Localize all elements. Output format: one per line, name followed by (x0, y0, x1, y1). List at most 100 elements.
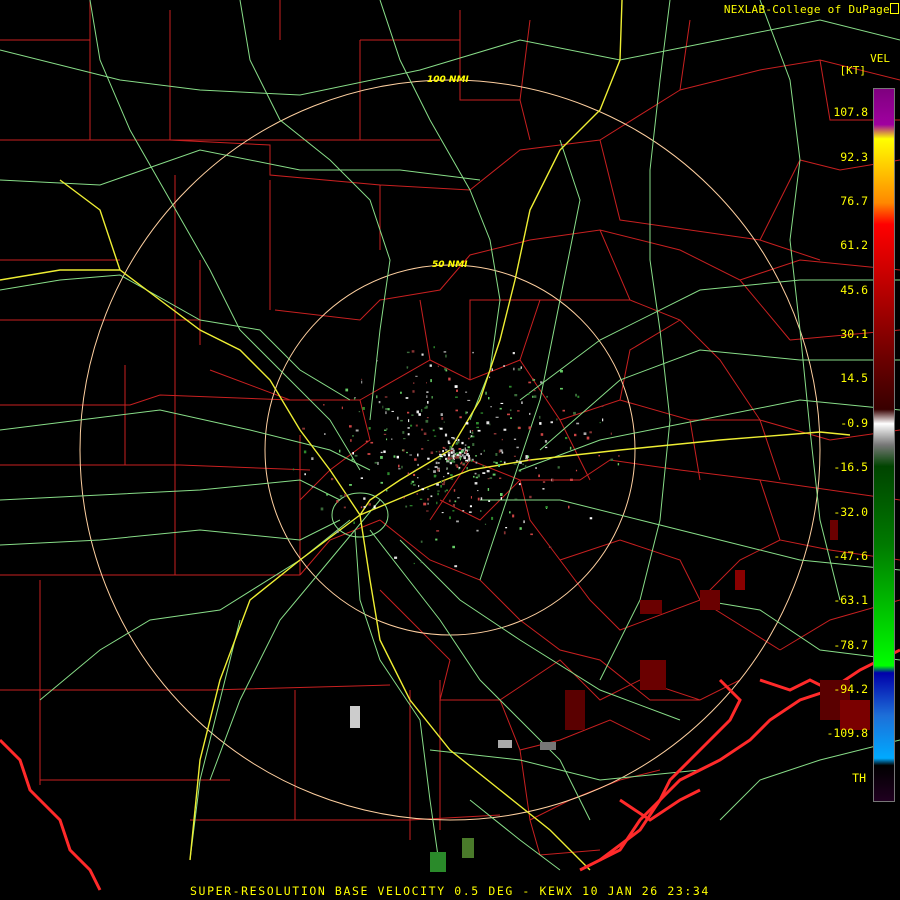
echo-speck (418, 413, 421, 416)
echo-speck (480, 497, 483, 501)
echo-speck (472, 443, 475, 446)
legend-tick: -63.1 (833, 593, 868, 607)
echo-speck (437, 490, 440, 492)
echo-patch (565, 690, 585, 730)
echo-speck (430, 495, 433, 498)
echo-speck (480, 453, 482, 455)
echo-speck (521, 401, 523, 404)
echo-speck (416, 493, 418, 495)
echo-speck (421, 488, 425, 491)
echo-speck (407, 433, 410, 436)
echo-speck (413, 473, 416, 476)
echo-speck (503, 531, 506, 535)
echo-speck (546, 395, 548, 398)
echo-speck (427, 498, 430, 501)
echo-speck (349, 484, 352, 486)
echo-speck (339, 449, 341, 453)
echo-speck (449, 445, 453, 448)
echo-speck (538, 474, 540, 478)
echo-speck (421, 409, 423, 412)
echo-speck (515, 460, 519, 462)
echo-speck (427, 401, 429, 404)
echo-speck (465, 391, 468, 393)
echo-speck (292, 468, 295, 471)
echo-speck (455, 409, 458, 412)
echo-speck (482, 465, 484, 468)
echo-speck (514, 498, 518, 500)
echo-speck (402, 431, 405, 434)
echo-speck (551, 478, 554, 482)
echo-speck (443, 351, 447, 353)
echo-speck (320, 507, 324, 511)
echo-speck (394, 556, 398, 559)
echo-speck (438, 469, 440, 472)
echo-speck (523, 520, 525, 524)
echo-speck (417, 463, 419, 466)
echo-speck (532, 395, 534, 398)
echo-speck (441, 512, 444, 514)
echo-speck (433, 435, 437, 437)
echo-speck (449, 516, 451, 520)
echo-speck (368, 503, 371, 506)
echo-speck (500, 402, 504, 404)
echo-speck (433, 346, 435, 349)
echo-speck (518, 483, 521, 486)
echo-speck (450, 478, 454, 480)
echo-speck (443, 476, 445, 478)
echo-speck (489, 376, 491, 379)
echo-speck (556, 418, 558, 421)
echo-speck (401, 465, 403, 469)
echo-speck (446, 467, 448, 470)
echo-speck (475, 455, 477, 457)
echo-speck (573, 411, 576, 415)
echo-speck (477, 497, 480, 501)
legend-tick: -109.8 (826, 726, 868, 740)
echo-speck (413, 562, 415, 565)
echo-speck (569, 446, 572, 450)
echo-speck (462, 464, 465, 466)
echo-speck (412, 390, 415, 393)
echo-speck (610, 432, 612, 435)
echo-speck (598, 455, 600, 457)
echo-speck (517, 368, 521, 371)
echo-speck (544, 446, 548, 449)
echo-speck (376, 360, 378, 362)
echo-speck (574, 433, 577, 437)
echo-speck (499, 407, 502, 410)
echo-speck (503, 428, 507, 431)
echo-speck (396, 455, 399, 459)
echo-speck (429, 364, 432, 367)
echo-speck (387, 472, 390, 476)
credit-label: NEXLAB-College of DuPage (723, 3, 890, 16)
radar-map[interactable]: 100 NMI 50 NMI (0, 0, 900, 900)
echo-speck (323, 404, 325, 406)
legend-unit: [KT] (839, 64, 867, 77)
echo-speck (425, 419, 429, 423)
resize-icon[interactable] (890, 3, 899, 14)
echo-speck (498, 450, 501, 453)
echo-patch (640, 600, 662, 614)
echo-speck (464, 447, 466, 451)
echo-speck (430, 451, 434, 454)
echo-speck (474, 482, 478, 485)
echo-speck (610, 458, 614, 461)
echo-patch (462, 838, 474, 858)
echo-speck (477, 490, 479, 492)
product-title: SUPER-RESOLUTION BASE VELOCITY 0.5 DEG -… (190, 884, 710, 898)
echo-speck (435, 538, 438, 541)
echo-speck (448, 377, 451, 381)
echo-speck (513, 367, 515, 371)
echo-speck (370, 441, 374, 444)
echo-speck (450, 474, 453, 477)
echo-speck (527, 393, 530, 396)
echo-speck (387, 408, 390, 411)
echo-speck (467, 399, 471, 401)
legend-tick: 45.6 (840, 283, 868, 297)
echo-speck (449, 457, 453, 460)
echo-speck (358, 411, 361, 413)
echo-speck (454, 565, 458, 568)
echo-speck (414, 458, 417, 461)
echo-speck (539, 422, 542, 425)
echo-speck (576, 422, 580, 425)
echo-speck (532, 378, 534, 380)
